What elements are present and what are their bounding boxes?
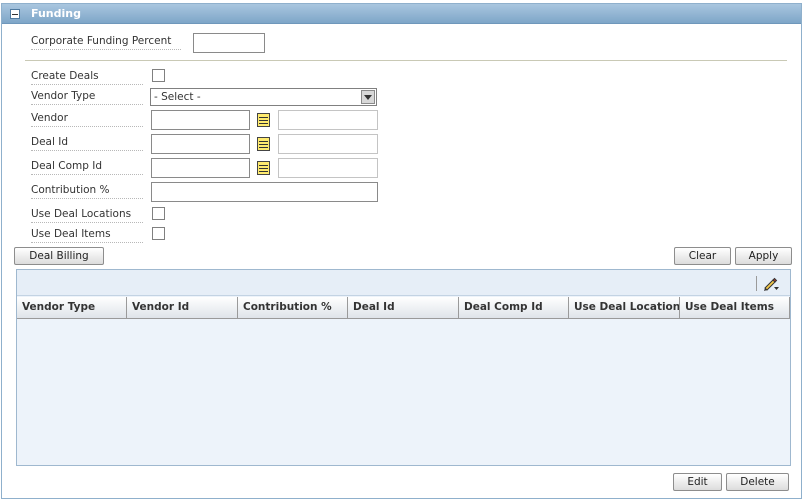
create-deals-label: Create Deals bbox=[31, 70, 143, 85]
collapse-icon[interactable] bbox=[10, 9, 20, 19]
vendor-label: Vendor bbox=[31, 112, 143, 127]
deal-id-input[interactable] bbox=[151, 134, 250, 154]
deal-comp-id-lov-icon[interactable] bbox=[257, 161, 270, 175]
create-deals-checkbox[interactable] bbox=[152, 69, 165, 82]
vendor-type-label: Vendor Type bbox=[31, 90, 143, 105]
vendor-description-field bbox=[278, 110, 378, 130]
deal-id-description-field bbox=[278, 134, 378, 154]
chevron-down-icon[interactable] bbox=[361, 90, 375, 104]
use-deal-items-checkbox[interactable] bbox=[152, 227, 165, 240]
pencil-icon[interactable] bbox=[762, 275, 780, 292]
use-deal-locations-label: Use Deal Locations bbox=[31, 208, 143, 223]
clear-button[interactable]: Clear bbox=[674, 247, 731, 265]
use-deal-locations-checkbox[interactable] bbox=[152, 207, 165, 220]
panel-title: Funding bbox=[31, 7, 81, 20]
column-deal-id[interactable]: Deal Id bbox=[348, 297, 459, 319]
column-use-deal-locations[interactable]: Use Deal Locations bbox=[569, 297, 680, 319]
edit-button[interactable]: Edit bbox=[673, 473, 722, 491]
vendor-type-value: - Select - bbox=[154, 91, 201, 103]
table-header: Vendor Type Vendor Id Contribution % Dea… bbox=[17, 297, 790, 319]
contribution-label: Contribution % bbox=[31, 184, 143, 199]
deal-comp-id-input[interactable] bbox=[151, 158, 250, 178]
column-use-deal-items[interactable]: Use Deal Items bbox=[680, 297, 790, 319]
contribution-input[interactable] bbox=[151, 182, 378, 202]
separator bbox=[25, 60, 787, 61]
deal-billing-button[interactable]: Deal Billing bbox=[14, 247, 104, 265]
funding-table: Vendor Type Vendor Id Contribution % Dea… bbox=[16, 269, 791, 466]
column-deal-comp-id[interactable]: Deal Comp Id bbox=[459, 297, 569, 319]
vendor-type-select[interactable]: - Select - bbox=[150, 88, 377, 106]
toolbar-separator bbox=[756, 276, 757, 291]
panel-header: Funding bbox=[2, 4, 801, 24]
corporate-funding-percent-input[interactable] bbox=[193, 33, 265, 53]
column-vendor-type[interactable]: Vendor Type bbox=[17, 297, 127, 319]
apply-button[interactable]: Apply bbox=[735, 247, 792, 265]
deal-id-label: Deal Id bbox=[31, 136, 143, 151]
vendor-input[interactable] bbox=[151, 110, 250, 130]
column-vendor-id[interactable]: Vendor Id bbox=[127, 297, 238, 319]
deal-comp-id-description-field bbox=[278, 158, 378, 178]
deal-comp-id-label: Deal Comp Id bbox=[31, 160, 143, 175]
use-deal-items-label: Use Deal Items bbox=[31, 228, 143, 243]
corporate-funding-percent-label: Corporate Funding Percent bbox=[31, 35, 181, 50]
deal-id-lov-icon[interactable] bbox=[257, 137, 270, 151]
delete-button[interactable]: Delete bbox=[726, 473, 789, 491]
column-contribution[interactable]: Contribution % bbox=[238, 297, 348, 319]
table-toolbar bbox=[17, 270, 790, 296]
vendor-lov-icon[interactable] bbox=[257, 113, 270, 127]
